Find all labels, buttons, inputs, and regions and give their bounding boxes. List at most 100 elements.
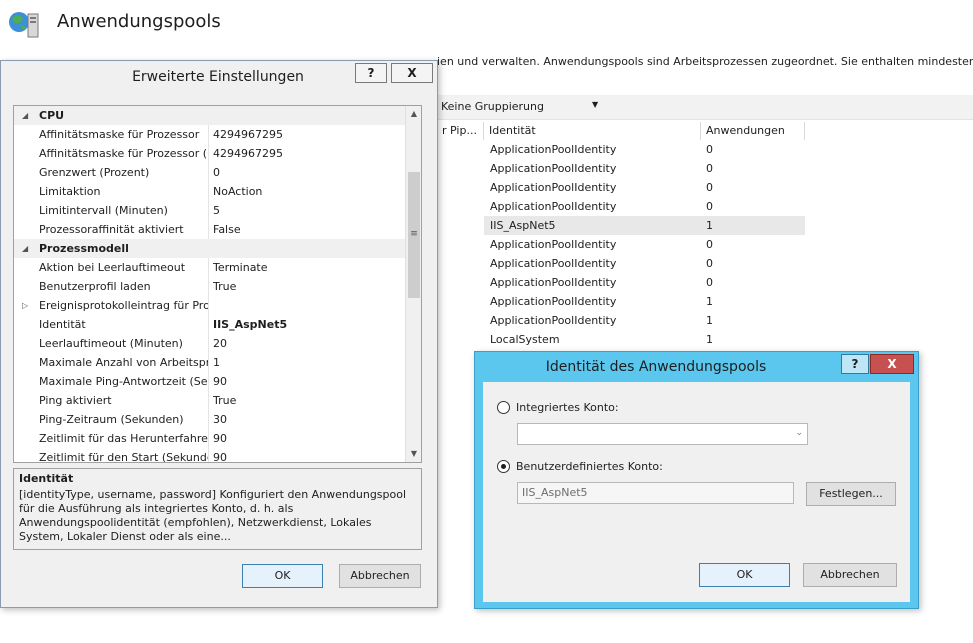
- table-row[interactable]: ApplicationPoolIdentity 1: [484, 311, 805, 330]
- table-row[interactable]: ApplicationPoolIdentity 0: [484, 159, 805, 178]
- grid-row[interactable]: Benutzerprofil laden True: [14, 277, 406, 296]
- grid-row[interactable]: Zeitlimit für das Herunterfahren 90: [14, 429, 406, 448]
- grouping-dropdown[interactable]: Keine Gruppierung: [441, 100, 544, 113]
- identity-help-button[interactable]: ?: [841, 354, 869, 374]
- scroll-down-icon[interactable]: ▼: [406, 446, 421, 462]
- column-divider: [208, 296, 209, 315]
- applications-cell: 1: [706, 219, 713, 232]
- app-pools-icon: [7, 9, 41, 39]
- builtin-account-combo[interactable]: ⌄: [517, 423, 808, 445]
- property-value[interactable]: NoAction: [213, 182, 403, 201]
- property-name: Ereignisprotokolleintrag für Proz: [39, 299, 209, 312]
- identity-dialog-title[interactable]: Identität des Anwendungspools: [475, 359, 837, 375]
- table-row[interactable]: ApplicationPoolIdentity 0: [484, 140, 805, 159]
- grid-row[interactable]: Zeitlimit für den Start (Sekunder 90: [14, 448, 406, 462]
- custom-account-label[interactable]: Benutzerdefiniertes Konto:: [516, 460, 663, 473]
- grid-row[interactable]: Ping aktiviert True: [14, 391, 406, 410]
- property-value[interactable]: 4294967295: [213, 125, 403, 144]
- grid-row[interactable]: Affinitätsmaske für Prozessor 4294967295: [14, 125, 406, 144]
- column-divider: [208, 201, 209, 220]
- property-value[interactable]: Terminate: [213, 258, 403, 277]
- property-value[interactable]: IIS_AspNet5: [213, 315, 403, 334]
- column-header-applications[interactable]: Anwendungen: [701, 122, 805, 140]
- column-divider: [208, 315, 209, 334]
- applications-cell: 0: [706, 276, 713, 289]
- property-value[interactable]: 1: [213, 353, 403, 372]
- description-panel: Identität [identityType, username, passw…: [13, 468, 422, 550]
- grid-category[interactable]: ◢ CPU: [14, 106, 406, 125]
- help-button[interactable]: ?: [355, 63, 387, 83]
- identity-close-button[interactable]: X: [870, 354, 914, 374]
- column-header-identity[interactable]: Identität: [484, 122, 701, 140]
- grid-category[interactable]: ◢ Prozessmodell: [14, 239, 406, 258]
- property-value[interactable]: 20: [213, 334, 403, 353]
- column-divider: [208, 258, 209, 277]
- property-value[interactable]: 0: [213, 163, 403, 182]
- property-value[interactable]: 90: [213, 448, 403, 462]
- grid-row[interactable]: Aktion bei Leerlauftimeout Terminate: [14, 258, 406, 277]
- table-row[interactable]: ApplicationPoolIdentity 1: [484, 292, 805, 311]
- chevron-down-icon[interactable]: ⌄: [795, 428, 803, 438]
- identity-cancel-button[interactable]: Abbrechen: [803, 563, 897, 587]
- identity-ok-button[interactable]: OK: [699, 563, 790, 587]
- property-value[interactable]: 90: [213, 372, 403, 391]
- collapse-icon[interactable]: ◢: [22, 106, 28, 125]
- description-text: [identityType, username, password] Konfi…: [19, 488, 407, 543]
- column-divider: [208, 448, 209, 462]
- builtin-account-label[interactable]: Integriertes Konto:: [516, 401, 619, 414]
- table-row[interactable]: ApplicationPoolIdentity 0: [484, 254, 805, 273]
- grid-row[interactable]: Grenzwert (Prozent) 0: [14, 163, 406, 182]
- builtin-account-radio[interactable]: [497, 401, 510, 414]
- property-value[interactable]: 5: [213, 201, 403, 220]
- table-row[interactable]: ApplicationPoolIdentity 0: [484, 235, 805, 254]
- identity-cell: ApplicationPoolIdentity: [490, 295, 617, 308]
- property-value[interactable]: True: [213, 277, 403, 296]
- grid-row[interactable]: ▷ Ereignisprotokolleintrag für Proz: [14, 296, 406, 315]
- collapse-icon[interactable]: ◢: [22, 239, 28, 258]
- ok-button[interactable]: OK: [242, 564, 323, 588]
- table-row[interactable]: ApplicationPoolIdentity 0: [484, 273, 805, 292]
- property-value[interactable]: 30: [213, 410, 403, 429]
- property-value[interactable]: 90: [213, 429, 403, 448]
- property-name: Limitaktion: [39, 185, 101, 198]
- set-credentials-button[interactable]: Festlegen...: [806, 482, 896, 506]
- property-value[interactable]: 4294967295: [213, 144, 403, 163]
- table-row[interactable]: LocalSystem 1: [484, 330, 805, 349]
- applications-cell: 1: [706, 314, 713, 327]
- close-button[interactable]: X: [391, 63, 433, 83]
- table-row[interactable]: ApplicationPoolIdentity 0: [484, 178, 805, 197]
- custom-account-field: IIS_AspNet5: [517, 482, 794, 504]
- property-name: CPU: [39, 109, 65, 122]
- identity-cell: ApplicationPoolIdentity: [490, 276, 617, 289]
- custom-account-radio[interactable]: [497, 460, 510, 473]
- table-row[interactable]: IIS_AspNet5 1: [484, 216, 805, 235]
- expand-icon[interactable]: ▷: [22, 296, 28, 315]
- table-row[interactable]: ApplicationPoolIdentity 0: [484, 197, 805, 216]
- property-value[interactable]: True: [213, 391, 403, 410]
- column-header-pipeline[interactable]: r Pip...: [437, 122, 484, 140]
- identity-cell: ApplicationPoolIdentity: [490, 238, 617, 251]
- advanced-settings-dialog: Erweiterte Einstellungen ? X ◢ CPU Affinit…: [0, 60, 438, 608]
- grid-row[interactable]: Limitaktion NoAction: [14, 182, 406, 201]
- property-name: Affinitätsmaske für Prozessor: [39, 128, 200, 141]
- page-title: Anwendungspools: [57, 11, 221, 32]
- grid-row[interactable]: Identität IIS_AspNet5: [14, 315, 406, 334]
- grid-scrollbar[interactable]: ▲ ≡ ▼: [405, 106, 421, 462]
- grid-row[interactable]: Prozessoraffinität aktiviert False: [14, 220, 406, 239]
- identity-cell: ApplicationPoolIdentity: [490, 162, 617, 175]
- dropdown-arrow-icon[interactable]: ▼: [592, 100, 598, 109]
- cancel-button[interactable]: Abbrechen: [339, 564, 421, 588]
- grid-row[interactable]: Maximale Anzahl von Arbeitsprc 1: [14, 353, 406, 372]
- grid-row[interactable]: Ping-Zeitraum (Sekunden) 30: [14, 410, 406, 429]
- dialog-titlebar[interactable]: Erweiterte Einstellungen ? X: [1, 61, 437, 91]
- grid-row[interactable]: Leerlauftimeout (Minuten) 20: [14, 334, 406, 353]
- property-name: Affinitätsmaske für Prozessor (64: [39, 147, 209, 160]
- grid-row[interactable]: Affinitätsmaske für Prozessor (64 4294967…: [14, 144, 406, 163]
- column-divider: [208, 372, 209, 391]
- applications-cell: 0: [706, 257, 713, 270]
- scroll-up-icon[interactable]: ▲: [406, 106, 421, 122]
- property-name: Ping-Zeitraum (Sekunden): [39, 413, 184, 426]
- grid-row[interactable]: Limitintervall (Minuten) 5: [14, 201, 406, 220]
- grid-row[interactable]: Maximale Ping-Antwortzeit (Sek 90: [14, 372, 406, 391]
- property-value[interactable]: False: [213, 220, 403, 239]
